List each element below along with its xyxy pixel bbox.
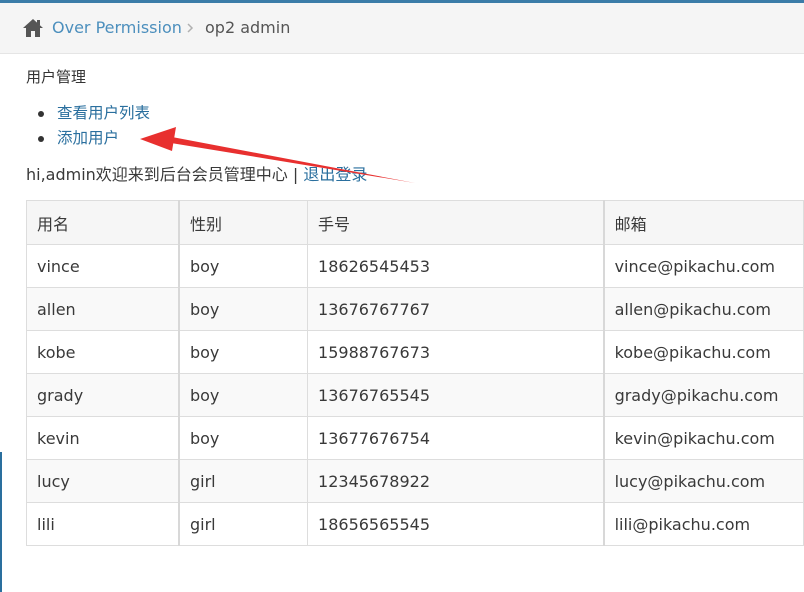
column-header-gender: 性别	[178, 200, 309, 245]
table-row: grady boy 13676765545 grady@pikachu.com	[25, 373, 804, 417]
cell-email: lili@pikachu.com	[603, 502, 804, 546]
cell-username: grady	[25, 373, 180, 417]
left-edge-marker	[0, 452, 2, 592]
table-row: lucy girl 12345678922 lucy@pikachu.com	[25, 459, 804, 503]
cell-username: vince	[25, 244, 180, 288]
cell-gender: boy	[178, 287, 309, 331]
cell-phone: 13676765545	[307, 373, 605, 417]
welcome-separator: |	[292, 165, 299, 184]
cell-username: allen	[25, 287, 180, 331]
table-row: vince boy 18626545453 vince@pikachu.com	[25, 244, 804, 288]
cell-email: vince@pikachu.com	[603, 244, 804, 288]
table-row: kobe boy 15988767673 kobe@pikachu.com	[25, 330, 804, 374]
view-users-link[interactable]: 查看用户列表	[57, 104, 150, 122]
table-row: lili girl 18656565545 lili@pikachu.com	[25, 502, 804, 546]
table-row: allen boy 13676767767 allen@pikachu.com	[25, 287, 804, 331]
cell-email: kobe@pikachu.com	[603, 330, 804, 374]
bullet-icon	[38, 136, 44, 142]
cell-email: grady@pikachu.com	[603, 373, 804, 417]
table-header-row: 用名 性别 手号 邮箱	[25, 200, 804, 245]
cell-email: allen@pikachu.com	[603, 287, 804, 331]
welcome-line: hi,admin欢迎来到后台会员管理中心 | 退出登录	[26, 166, 367, 184]
column-header-username: 用名	[25, 200, 180, 245]
table-row: kevin boy 13677676754 kevin@pikachu.com	[25, 416, 804, 460]
cell-phone: 12345678922	[307, 459, 605, 503]
welcome-text: hi,admin欢迎来到后台会员管理中心	[26, 165, 288, 184]
breadcrumb-link-over-permission[interactable]: Over Permission	[52, 19, 182, 37]
cell-email: lucy@pikachu.com	[603, 459, 804, 503]
home-icon[interactable]	[22, 18, 44, 38]
bullet-icon	[38, 111, 44, 117]
cell-phone: 18656565545	[307, 502, 605, 546]
cell-phone: 18626545453	[307, 244, 605, 288]
cell-gender: girl	[178, 502, 309, 546]
cell-username: lucy	[25, 459, 180, 503]
section-title: 用户管理	[26, 68, 87, 86]
cell-phone: 13677676754	[307, 416, 605, 460]
breadcrumb-current: op2 admin	[205, 18, 291, 37]
cell-username: kobe	[25, 330, 180, 374]
cell-gender: boy	[178, 373, 309, 417]
cell-gender: boy	[178, 416, 309, 460]
cell-gender: girl	[178, 459, 309, 503]
cell-gender: boy	[178, 244, 309, 288]
cell-username: kevin	[25, 416, 180, 460]
logout-link[interactable]: 退出登录	[303, 165, 367, 184]
cell-email: kevin@pikachu.com	[603, 416, 804, 460]
column-header-phone: 手号	[307, 200, 605, 245]
add-user-link[interactable]: 添加用户	[57, 129, 119, 147]
breadcrumb: Over Permission op2 admin	[0, 3, 804, 54]
cell-username: lili	[25, 502, 180, 546]
chevron-right-icon	[187, 23, 194, 33]
users-table: 用名 性别 手号 邮箱 vince boy 18626545453 vince@…	[25, 200, 804, 546]
cell-phone: 15988767673	[307, 330, 605, 374]
cell-gender: boy	[178, 330, 309, 374]
column-header-email: 邮箱	[603, 200, 804, 245]
cell-phone: 13676767767	[307, 287, 605, 331]
